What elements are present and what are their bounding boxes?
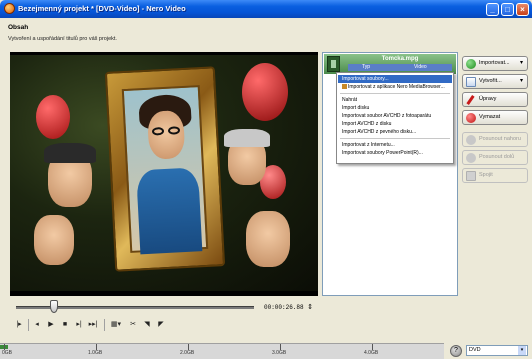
menu-item-powerpoint[interactable]: Importovat soubory PowerPoint(R)... — [338, 149, 452, 157]
disc-capacity-bar: 0GB 1.0GB 2.0GB 3.0GB 4.0GB — [0, 343, 444, 359]
minimize-button[interactable]: _ — [486, 3, 499, 16]
arrow-up-icon — [466, 135, 476, 145]
chevron-down-icon: ▾ — [519, 60, 523, 66]
window-title: Bezejmenný projekt * [DVD-Video] - Nero … — [18, 4, 186, 13]
trim-start-icon[interactable]: ◥ — [142, 320, 152, 330]
import-dropdown-menu: Importovat soubory... Importovat z aplik… — [336, 72, 454, 164]
step-back-icon[interactable]: ◂ — [32, 320, 42, 330]
capacity-mark: 2.0GB — [180, 350, 195, 356]
play-icon[interactable]: ▶ — [46, 320, 56, 330]
timecode-display[interactable]: 00:00:26.88 — [264, 302, 306, 313]
merge-button[interactable]: Spojit — [462, 168, 528, 183]
import-button[interactable]: Importovat... ▾ — [462, 56, 528, 71]
delete-icon — [466, 113, 476, 123]
go-to-start-icon[interactable]: |▸ — [14, 320, 24, 330]
chevron-down-icon: ▾ — [519, 78, 523, 84]
arrow-down-icon — [466, 153, 476, 163]
section-heading: Obsah — [8, 24, 29, 31]
menu-item-avchd-camera[interactable]: Importovat soubor AVCHD z fotoaparátu — [338, 112, 452, 120]
go-to-end-icon[interactable]: ▸▸| — [88, 320, 98, 330]
delete-button[interactable]: Vymazat — [462, 110, 528, 125]
preview-frame-image — [10, 55, 318, 291]
item-type-label: Typ — [362, 64, 371, 70]
edit-button[interactable]: Úpravy — [462, 92, 528, 107]
create-button[interactable]: Vytvořit... ▾ — [462, 74, 528, 89]
transport-bar: 00:00:26.88 ⇕ |▸ ◂ ▶ ■ ▸| ▸▸| ▦▾ ✂ ◥ ◤ — [10, 296, 318, 338]
merge-icon — [466, 171, 476, 181]
stop-icon[interactable]: ■ — [60, 320, 70, 330]
menu-item-import-disc[interactable]: Import disku — [338, 104, 452, 112]
step-forward-icon[interactable]: ▸| — [74, 320, 84, 330]
capacity-mark: 0GB — [2, 350, 13, 356]
pencil-icon — [466, 95, 475, 105]
move-up-button[interactable]: Posunout nahoru — [462, 132, 528, 147]
menu-item-avchd-harddisk[interactable]: Import AVCHD z pevného disku... — [338, 128, 452, 136]
disc-info-icon[interactable]: ? — [450, 345, 462, 357]
create-icon — [466, 77, 476, 87]
import-icon — [466, 59, 476, 69]
section-subtitle: Vytvoření a uspořádání titulů pro váš pr… — [8, 36, 117, 42]
chapter-menu-icon[interactable]: ▦▾ — [108, 320, 124, 330]
menu-item-internet[interactable]: Importovat z Internetu... — [338, 141, 452, 149]
title-bar: Bezejmenný projekt * [DVD-Video] - Nero … — [0, 0, 532, 18]
video-preview — [10, 52, 318, 296]
capacity-mark: 3.0GB — [272, 350, 287, 356]
list-item[interactable]: Tomcka.mpg Typ Video — [324, 54, 456, 74]
mediabrowser-icon — [342, 84, 347, 89]
capacity-mark: 1.0GB — [88, 350, 103, 356]
seek-thumb[interactable] — [50, 300, 58, 313]
chevron-down-icon: ▾ — [518, 346, 526, 355]
item-filename: Tomcka.mpg — [381, 56, 419, 62]
scissors-icon[interactable]: ✂ — [128, 320, 138, 330]
close-button[interactable]: × — [516, 3, 529, 16]
nero-app-icon[interactable] — [4, 3, 15, 14]
menu-item-record[interactable]: Nahrát — [338, 96, 452, 104]
capacity-mark: 4.0GB — [364, 350, 379, 356]
video-thumbnail-icon — [327, 56, 340, 72]
trim-end-icon[interactable]: ◤ — [156, 320, 166, 330]
item-type-value: Video — [414, 64, 427, 70]
move-down-button[interactable]: Posunout dolů — [462, 150, 528, 165]
menu-item-avchd-disc[interactable]: Import AVCHD z disku — [338, 120, 452, 128]
picture-frame — [104, 66, 226, 272]
disc-type-select[interactable]: DVD ▾ — [466, 345, 528, 356]
menu-item-mediabrowser[interactable]: Importovat z aplikace Nero MediaBrowser.… — [338, 83, 452, 91]
maximize-button[interactable]: □ — [501, 3, 514, 16]
timecode-spinner[interactable]: ⇕ — [306, 302, 314, 313]
menu-item-import-files[interactable]: Importovat soubory... — [338, 75, 452, 83]
